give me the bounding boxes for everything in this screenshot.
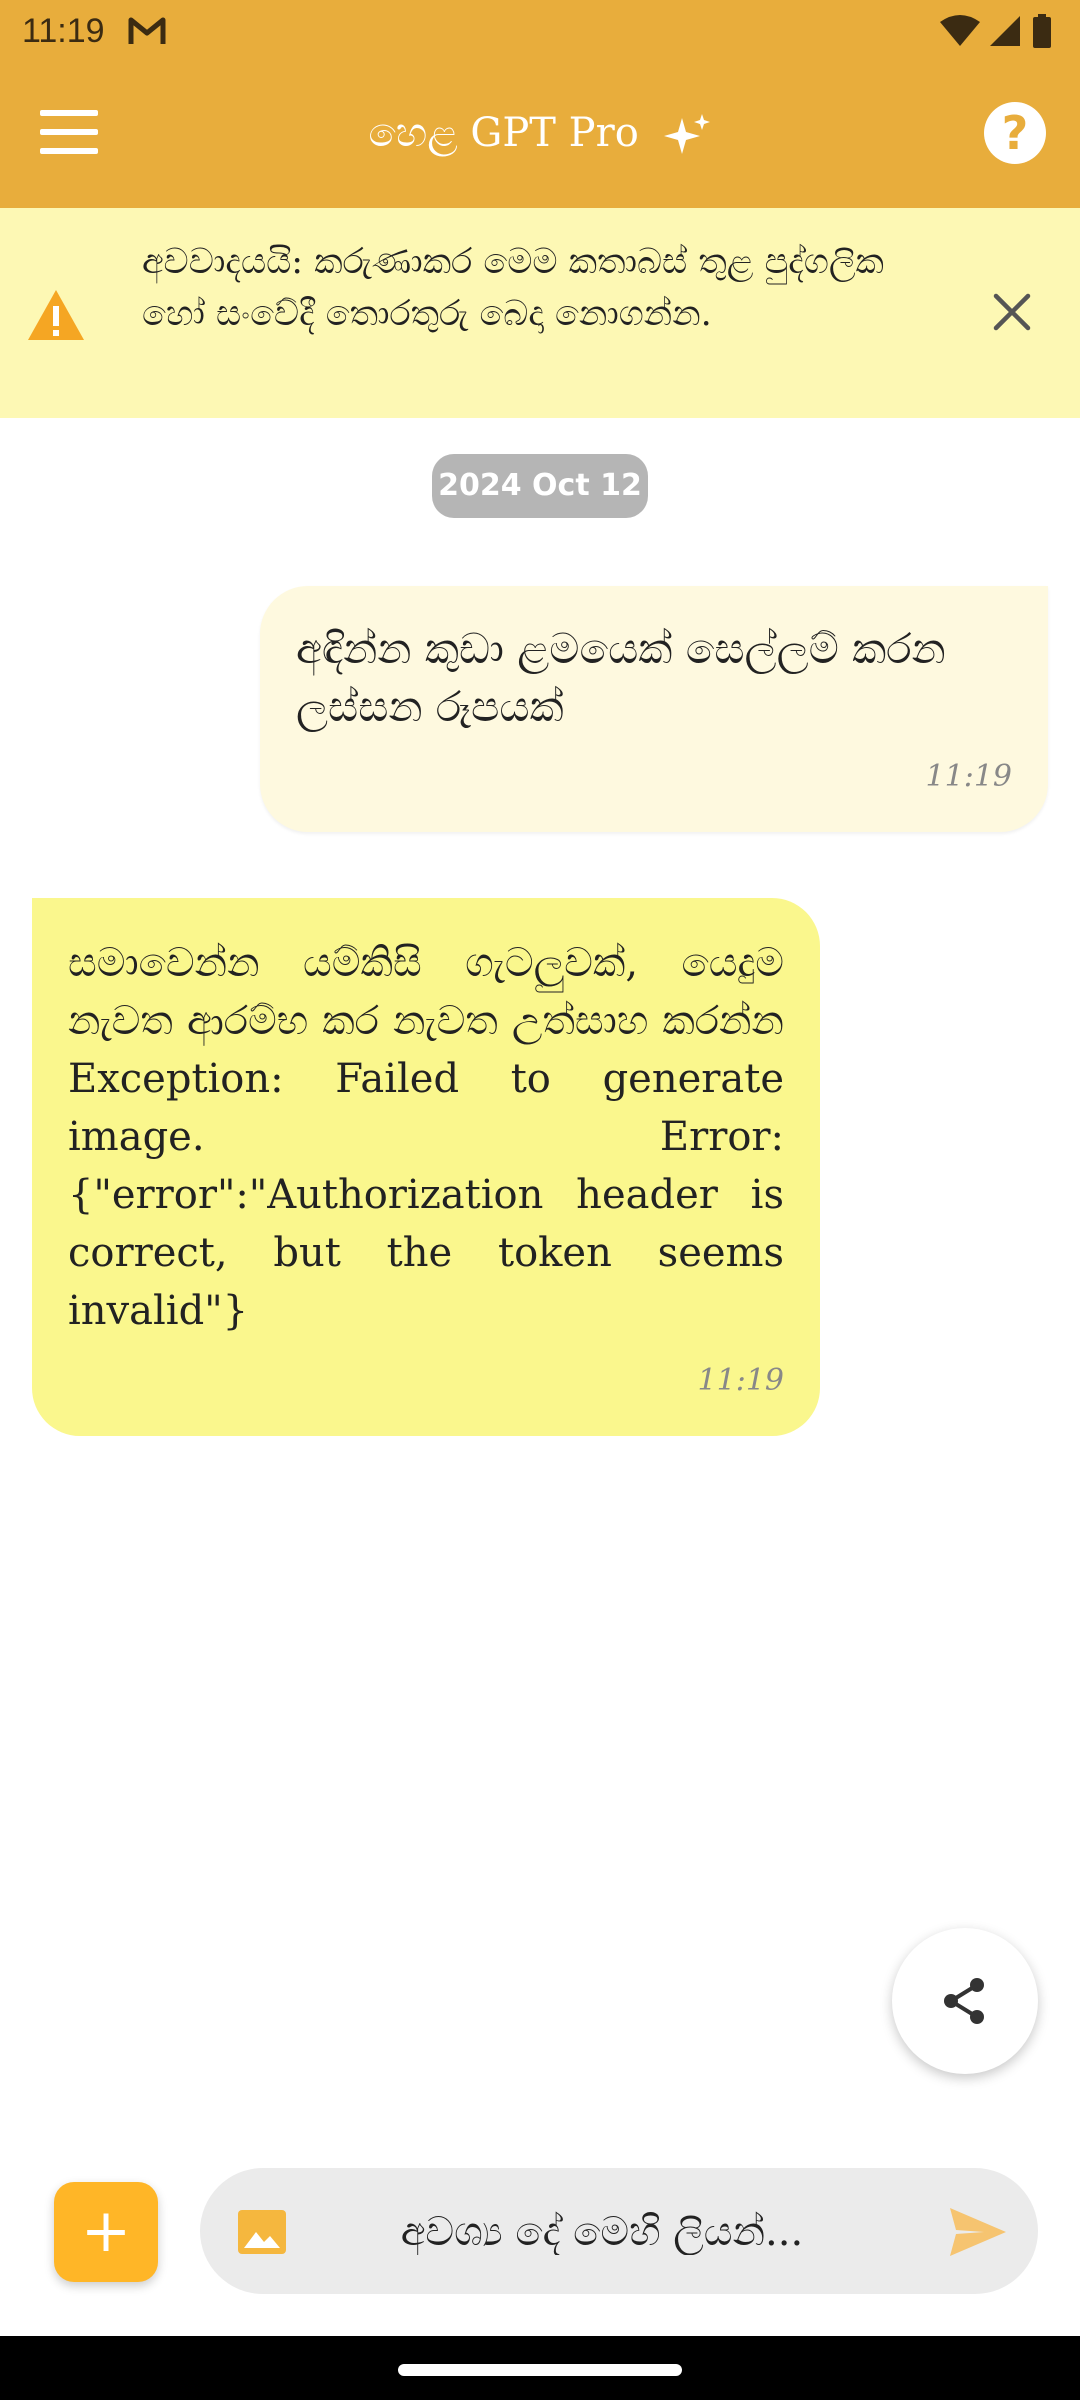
user-message-text: අඳින්න කුඩා ළමයෙක් සෙල්ලම් කරන ලස්සන රූප… [296, 624, 946, 731]
share-button[interactable] [892, 1928, 1038, 2074]
status-bar: 11:19 [0, 0, 1080, 62]
home-gesture-pill[interactable] [398, 2364, 682, 2376]
add-button[interactable]: + [54, 2182, 158, 2282]
message-timestamp: 11:19 [925, 759, 1012, 794]
date-chip: 2024 Oct 12 [432, 454, 648, 518]
privacy-warning-banner: අවවාදයයි: කරුණාකර මෙම කතාබස් තුළ පුද්ගලි… [0, 208, 1080, 418]
message-input[interactable] [310, 2194, 894, 2270]
bot-message-bubble: සමාවෙන්න යම්කිසි ගැටලුවක්, යෙදුම නැවත ආර… [32, 898, 820, 1436]
send-icon[interactable] [948, 2206, 1008, 2258]
status-time: 11:19 [22, 12, 105, 50]
help-icon: ? [1001, 106, 1029, 160]
help-button[interactable]: ? [984, 102, 1046, 164]
signal-icon [990, 16, 1020, 46]
warning-icon [28, 290, 84, 340]
message-timestamp: 11:19 [697, 1363, 784, 1398]
plus-icon: + [80, 2196, 132, 2266]
image-icon[interactable] [236, 2208, 288, 2256]
battery-icon [1033, 14, 1051, 48]
bot-message-text: සමාවෙන්න යම්කිසි ගැටලුවක්, යෙදුම නැවත ආර… [68, 940, 784, 1334]
app-title: හෙළ GPT Pro [0, 110, 1080, 160]
user-message-bubble: අඳින්න කුඩා ළමයෙක් සෙල්ලම් කරන ලස්සන රූප… [260, 586, 1048, 832]
close-icon[interactable] [988, 288, 1036, 336]
wifi-icon [940, 15, 980, 46]
warning-text: අවවාදයයි: කරුණාකර මෙම කතාබස් තුළ පුද්ගලි… [142, 242, 884, 334]
gmail-icon [128, 17, 166, 44]
app-title-text: හෙළ GPT Pro [368, 110, 639, 156]
message-composer [200, 2168, 1038, 2294]
system-icons [940, 14, 1052, 48]
app-bar: හෙළ GPT Pro ? [0, 62, 1080, 208]
sparkle-icon [663, 114, 710, 154]
share-icon [944, 1978, 984, 2024]
navigation-bar [0, 2336, 1080, 2400]
